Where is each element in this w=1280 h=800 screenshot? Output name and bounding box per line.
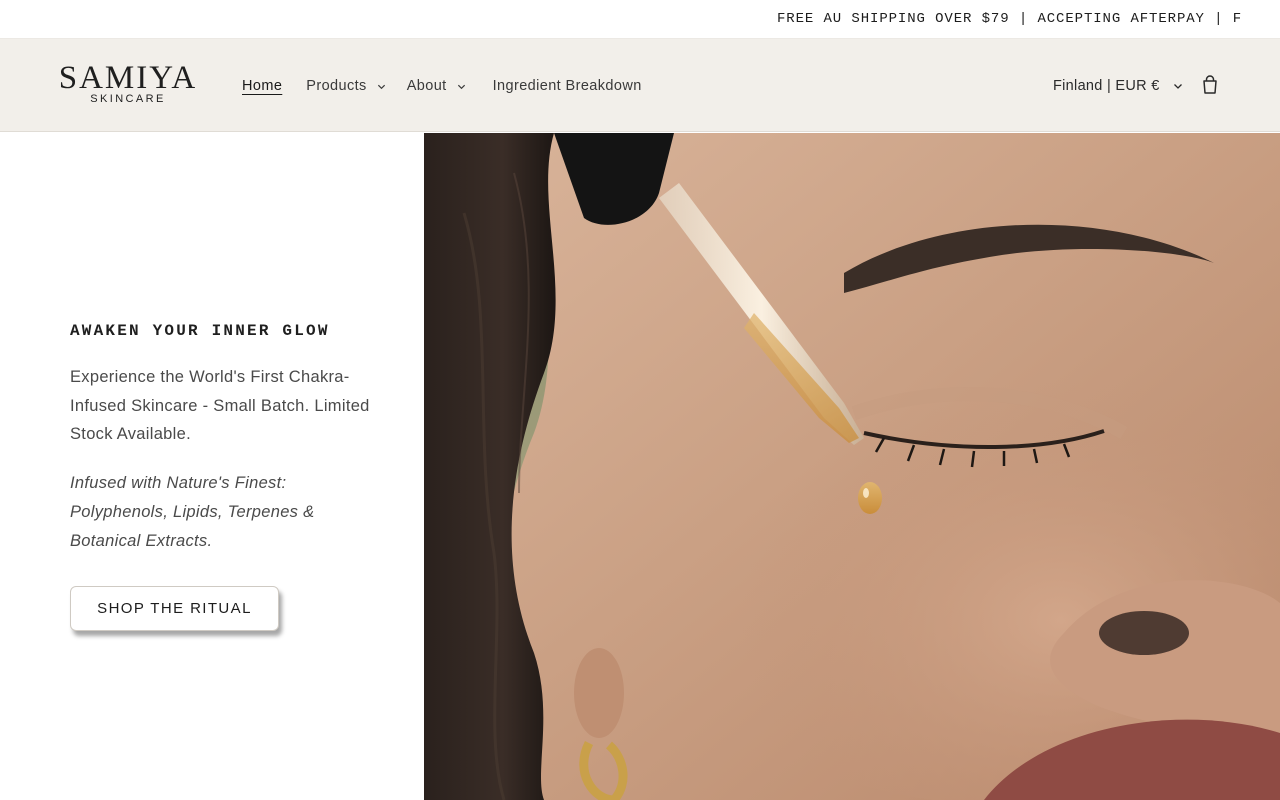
nav-item-label: Ingredient Breakdown — [492, 78, 642, 94]
nav-item-home[interactable]: Home — [242, 78, 282, 94]
chevron-down-icon — [377, 84, 385, 89]
cart-icon — [1203, 75, 1217, 94]
announcement-bar: FREE AU SHIPPING OVER $79 | ACCEPTING AF… — [0, 0, 1280, 39]
chevron-down-icon — [457, 84, 465, 89]
nav-item-label: Home — [242, 78, 283, 94]
country-currency-selector[interactable]: Finland | EUR € — [1053, 76, 1183, 96]
hero-text-panel — [0, 133, 424, 800]
locale-label: Finland | EUR € — [1053, 78, 1160, 94]
cta-label: SHOP THE RITUAL — [97, 600, 252, 617]
nav-item-ingredient-breakdown[interactable]: Ingredient Breakdown — [493, 78, 642, 94]
nav-item-label: About — [406, 78, 447, 94]
main-nav: Home Products About Ingredient Breakdown — [242, 76, 642, 96]
chevron-down-icon — [1173, 84, 1182, 89]
cart-button[interactable] — [1196, 71, 1224, 99]
hero-ingredients-note: Infused with Nature's Finest: Polyphenol… — [70, 474, 315, 550]
site-header: SAMIYA SKINCARE Home Products About Ingr… — [0, 39, 1280, 132]
logo-wordmark: SAMIYA — [58, 60, 198, 96]
hero-image — [424, 133, 1280, 800]
shop-the-ritual-button[interactable]: SHOP THE RITUAL — [70, 586, 279, 631]
logo-subtitle: SKINCARE — [90, 93, 166, 105]
nav-item-label: Products — [306, 78, 367, 94]
nav-item-about[interactable]: About — [407, 78, 466, 94]
announcement-text: FREE AU SHIPPING OVER $79 | ACCEPTING AF… — [777, 11, 1243, 27]
hero-lead: Experience the World's First Chakra-Infu… — [70, 368, 370, 443]
brand-logo[interactable]: SAMIYA SKINCARE — [50, 60, 206, 107]
nav-item-products[interactable]: Products — [306, 78, 385, 94]
hero-eyebrow: AWAKEN YOUR INNER GLOW — [70, 322, 330, 340]
model-applying-serum-image — [424, 133, 1280, 800]
